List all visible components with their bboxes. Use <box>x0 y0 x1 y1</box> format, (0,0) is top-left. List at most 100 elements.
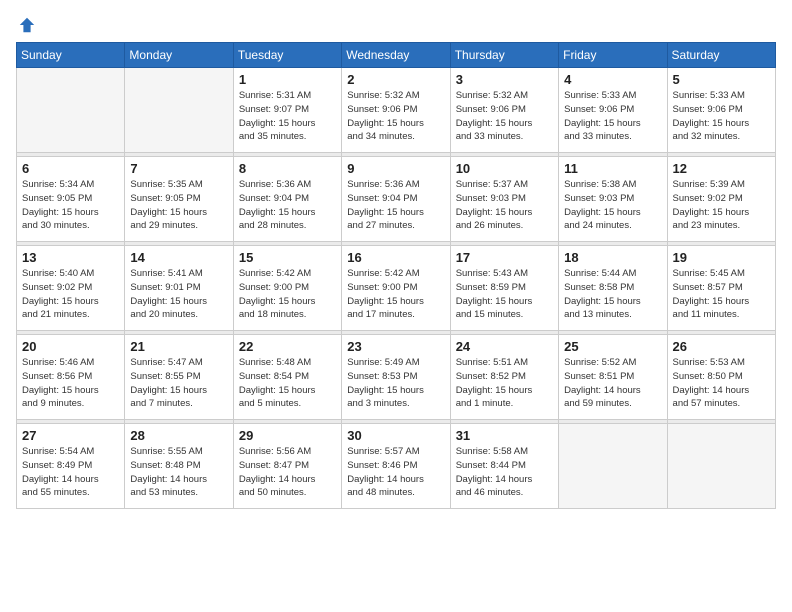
calendar-week-row: 27 Sunrise: 5:54 AM Sunset: 8:49 PM Dayli… <box>17 424 776 509</box>
day-detail: Sunrise: 5:48 AM Sunset: 8:54 PM Dayligh… <box>239 356 336 411</box>
calendar-day-cell: 13 Sunrise: 5:40 AM Sunset: 9:02 PM Dayli… <box>17 246 125 331</box>
day-detail: Sunrise: 5:36 AM Sunset: 9:04 PM Dayligh… <box>239 178 336 233</box>
day-number: 5 <box>673 72 770 87</box>
day-detail: Sunrise: 5:45 AM Sunset: 8:57 PM Dayligh… <box>673 267 770 322</box>
day-detail: Sunrise: 5:54 AM Sunset: 8:49 PM Dayligh… <box>22 445 119 500</box>
day-detail: Sunrise: 5:31 AM Sunset: 9:07 PM Dayligh… <box>239 89 336 144</box>
day-detail: Sunrise: 5:53 AM Sunset: 8:50 PM Dayligh… <box>673 356 770 411</box>
day-header-saturday: Saturday <box>667 43 775 68</box>
calendar-day-cell: 23Sunrise: 5:49 AM Sunset: 8:53 PM Dayli… <box>342 335 450 420</box>
day-detail: Sunrise: 5:46 AM Sunset: 8:56 PM Dayligh… <box>22 356 119 411</box>
day-number: 7 <box>130 161 227 176</box>
calendar-day-cell: 6 Sunrise: 5:34 AM Sunset: 9:05 PM Daylig… <box>17 157 125 242</box>
calendar-day-cell: 21Sunrise: 5:47 AM Sunset: 8:55 PM Dayli… <box>125 335 233 420</box>
day-detail: Sunrise: 5:35 AM Sunset: 9:05 PM Dayligh… <box>130 178 227 233</box>
calendar-day-cell: 25 Sunrise: 5:52 AM Sunset: 8:51 PM Dayli… <box>559 335 667 420</box>
day-header-monday: Monday <box>125 43 233 68</box>
day-number: 25 <box>564 339 661 354</box>
calendar-day-cell <box>559 424 667 509</box>
day-number: 10 <box>456 161 553 176</box>
calendar-week-row: 20 Sunrise: 5:46 AM Sunset: 8:56 PM Dayli… <box>17 335 776 420</box>
calendar-header-row: SundayMondayTuesdayWednesdayThursdayFrid… <box>17 43 776 68</box>
calendar-day-cell: 24 Sunrise: 5:51 AM Sunset: 8:52 PM Dayli… <box>450 335 558 420</box>
day-detail: Sunrise: 5:33 AM Sunset: 9:06 PM Dayligh… <box>673 89 770 144</box>
day-number: 4 <box>564 72 661 87</box>
calendar-day-cell: 31Sunrise: 5:58 AM Sunset: 8:44 PM Dayli… <box>450 424 558 509</box>
calendar-day-cell: 15 Sunrise: 5:42 AM Sunset: 9:00 PM Dayli… <box>233 246 341 331</box>
calendar-day-cell: 2 Sunrise: 5:32 AM Sunset: 9:06 PM Daylig… <box>342 68 450 153</box>
calendar-day-cell <box>17 68 125 153</box>
day-detail: Sunrise: 5:37 AM Sunset: 9:03 PM Dayligh… <box>456 178 553 233</box>
day-number: 27 <box>22 428 119 443</box>
day-number: 15 <box>239 250 336 265</box>
day-detail: Sunrise: 5:32 AM Sunset: 9:06 PM Dayligh… <box>456 89 553 144</box>
calendar-day-cell: 22 Sunrise: 5:48 AM Sunset: 8:54 PM Dayli… <box>233 335 341 420</box>
calendar-week-row: 1 Sunrise: 5:31 AM Sunset: 9:07 PM Daylig… <box>17 68 776 153</box>
calendar-day-cell: 12 Sunrise: 5:39 AM Sunset: 9:02 PM Dayli… <box>667 157 775 242</box>
calendar-day-cell: 10 Sunrise: 5:37 AM Sunset: 9:03 PM Dayli… <box>450 157 558 242</box>
calendar-day-cell: 9Sunrise: 5:36 AM Sunset: 9:04 PM Daylig… <box>342 157 450 242</box>
page-header <box>16 16 776 34</box>
calendar-day-cell: 20 Sunrise: 5:46 AM Sunset: 8:56 PM Dayli… <box>17 335 125 420</box>
day-detail: Sunrise: 5:40 AM Sunset: 9:02 PM Dayligh… <box>22 267 119 322</box>
day-header-sunday: Sunday <box>17 43 125 68</box>
calendar-week-row: 13 Sunrise: 5:40 AM Sunset: 9:02 PM Dayli… <box>17 246 776 331</box>
day-number: 6 <box>22 161 119 176</box>
day-detail: Sunrise: 5:57 AM Sunset: 8:46 PM Dayligh… <box>347 445 444 500</box>
day-number: 11 <box>564 161 661 176</box>
day-detail: Sunrise: 5:36 AM Sunset: 9:04 PM Dayligh… <box>347 178 444 233</box>
day-detail: Sunrise: 5:34 AM Sunset: 9:05 PM Dayligh… <box>22 178 119 233</box>
day-number: 3 <box>456 72 553 87</box>
day-detail: Sunrise: 5:43 AM Sunset: 8:59 PM Dayligh… <box>456 267 553 322</box>
day-detail: Sunrise: 5:52 AM Sunset: 8:51 PM Dayligh… <box>564 356 661 411</box>
day-detail: Sunrise: 5:39 AM Sunset: 9:02 PM Dayligh… <box>673 178 770 233</box>
day-number: 8 <box>239 161 336 176</box>
day-number: 20 <box>22 339 119 354</box>
day-number: 28 <box>130 428 227 443</box>
day-number: 22 <box>239 339 336 354</box>
calendar-day-cell: 16 Sunrise: 5:42 AM Sunset: 9:00 PM Dayli… <box>342 246 450 331</box>
calendar-day-cell <box>125 68 233 153</box>
day-detail: Sunrise: 5:44 AM Sunset: 8:58 PM Dayligh… <box>564 267 661 322</box>
day-number: 24 <box>456 339 553 354</box>
day-detail: Sunrise: 5:51 AM Sunset: 8:52 PM Dayligh… <box>456 356 553 411</box>
day-number: 2 <box>347 72 444 87</box>
calendar-table: SundayMondayTuesdayWednesdayThursdayFrid… <box>16 42 776 509</box>
day-number: 14 <box>130 250 227 265</box>
day-number: 26 <box>673 339 770 354</box>
day-number: 30 <box>347 428 444 443</box>
calendar-day-cell: 27 Sunrise: 5:54 AM Sunset: 8:49 PM Dayli… <box>17 424 125 509</box>
calendar-day-cell <box>667 424 775 509</box>
day-number: 29 <box>239 428 336 443</box>
day-number: 1 <box>239 72 336 87</box>
calendar-day-cell: 11 Sunrise: 5:38 AM Sunset: 9:03 PM Dayli… <box>559 157 667 242</box>
day-number: 18 <box>564 250 661 265</box>
logo <box>16 16 36 34</box>
day-detail: Sunrise: 5:41 AM Sunset: 9:01 PM Dayligh… <box>130 267 227 322</box>
day-detail: Sunrise: 5:42 AM Sunset: 9:00 PM Dayligh… <box>347 267 444 322</box>
day-number: 13 <box>22 250 119 265</box>
day-detail: Sunrise: 5:47 AM Sunset: 8:55 PM Dayligh… <box>130 356 227 411</box>
calendar-day-cell: 28 Sunrise: 5:55 AM Sunset: 8:48 PM Dayli… <box>125 424 233 509</box>
calendar-day-cell: 30 Sunrise: 5:57 AM Sunset: 8:46 PM Dayli… <box>342 424 450 509</box>
calendar-day-cell: 18 Sunrise: 5:44 AM Sunset: 8:58 PM Dayli… <box>559 246 667 331</box>
calendar-day-cell: 1 Sunrise: 5:31 AM Sunset: 9:07 PM Daylig… <box>233 68 341 153</box>
day-number: 17 <box>456 250 553 265</box>
day-detail: Sunrise: 5:38 AM Sunset: 9:03 PM Dayligh… <box>564 178 661 233</box>
day-header-thursday: Thursday <box>450 43 558 68</box>
day-detail: Sunrise: 5:56 AM Sunset: 8:47 PM Dayligh… <box>239 445 336 500</box>
day-header-tuesday: Tuesday <box>233 43 341 68</box>
day-detail: Sunrise: 5:42 AM Sunset: 9:00 PM Dayligh… <box>239 267 336 322</box>
day-detail: Sunrise: 5:49 AM Sunset: 8:53 PM Dayligh… <box>347 356 444 411</box>
calendar-day-cell: 17 Sunrise: 5:43 AM Sunset: 8:59 PM Dayli… <box>450 246 558 331</box>
day-number: 16 <box>347 250 444 265</box>
day-detail: Sunrise: 5:55 AM Sunset: 8:48 PM Dayligh… <box>130 445 227 500</box>
calendar-day-cell: 4 Sunrise: 5:33 AM Sunset: 9:06 PM Daylig… <box>559 68 667 153</box>
calendar-day-cell: 5 Sunrise: 5:33 AM Sunset: 9:06 PM Daylig… <box>667 68 775 153</box>
day-number: 12 <box>673 161 770 176</box>
day-detail: Sunrise: 5:33 AM Sunset: 9:06 PM Dayligh… <box>564 89 661 144</box>
logo-icon <box>18 16 36 34</box>
day-detail: Sunrise: 5:32 AM Sunset: 9:06 PM Dayligh… <box>347 89 444 144</box>
calendar-day-cell: 19Sunrise: 5:45 AM Sunset: 8:57 PM Dayli… <box>667 246 775 331</box>
calendar-day-cell: 7 Sunrise: 5:35 AM Sunset: 9:05 PM Daylig… <box>125 157 233 242</box>
